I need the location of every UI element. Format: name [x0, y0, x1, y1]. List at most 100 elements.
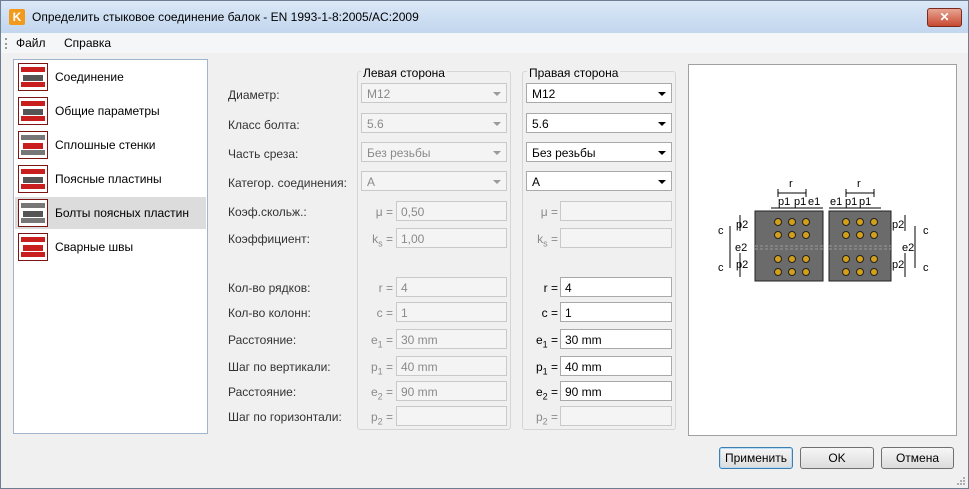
- right-p2-field: [560, 406, 672, 426]
- dim-p1-right-1: p1: [845, 196, 857, 208]
- cancel-button[interactable]: Отмена: [881, 447, 954, 469]
- dim-p2-right-bottom: p2: [892, 259, 904, 271]
- left-mu-symbol: μ =: [375, 205, 393, 219]
- left-ks-field: 1,00: [396, 228, 507, 248]
- dim-p1-right-2: p1: [859, 196, 871, 208]
- right-p1-field[interactable]: 40 mm: [560, 356, 672, 376]
- right-e1-symbol: e1 =: [535, 333, 558, 350]
- right-category-select[interactable]: A: [526, 171, 672, 191]
- app-logo-icon: K: [9, 9, 25, 25]
- sidebar-item-web-plates[interactable]: Сплошные стенки: [15, 129, 206, 161]
- sidebar-item-label: Сплошные стенки: [55, 138, 156, 152]
- sidebar-item-flange-bolts[interactable]: Болты поясных пластин: [15, 197, 206, 229]
- menu-grip-icon: [5, 38, 9, 49]
- label-rows: Кол-во рядков:: [228, 281, 311, 295]
- left-e1-symbol: e1 =: [370, 333, 393, 350]
- chevron-down-icon: [658, 122, 666, 126]
- label-pitch-vertical: Шаг по вертикали:: [228, 360, 331, 374]
- dim-c-right-top: c: [923, 225, 929, 237]
- sidebar-item-label: Общие параметры: [55, 104, 160, 118]
- right-e2-symbol: e2 =: [535, 385, 558, 402]
- dim-r-right: r: [857, 178, 861, 190]
- label-shear-part: Часть среза:: [228, 147, 299, 161]
- bolt-layout-preview: r r p1 p1 e1 e1 p1 p1 c p2 e2 c p2 p2 c …: [688, 64, 957, 436]
- welds-icon: [18, 233, 48, 261]
- left-rows-field: 4: [396, 277, 507, 297]
- dim-r-left: r: [789, 178, 793, 190]
- right-side-title: Правая сторона: [527, 66, 621, 80]
- left-r-symbol: r =: [378, 281, 393, 295]
- sidebar-item-flange-plates[interactable]: Поясные пластины: [15, 163, 206, 195]
- ok-button[interactable]: OK: [800, 447, 874, 469]
- left-e1-field: 30 mm: [396, 329, 507, 349]
- left-p1-field: 40 mm: [396, 356, 507, 376]
- label-bolt-class: Класс болта:: [228, 118, 300, 132]
- dim-e1-left: e1: [808, 196, 820, 208]
- right-ks-symbol: ks =: [537, 232, 558, 249]
- label-distance-e2: Расстояние:: [228, 385, 297, 399]
- label-friction-coef: Коэф.скольж.:: [228, 205, 307, 219]
- dim-e2-right: e2: [902, 242, 914, 254]
- dim-e2-left: e2: [735, 242, 747, 254]
- left-bolt-class-select: 5.6: [361, 113, 507, 133]
- left-p2-symbol: p2 =: [370, 410, 393, 427]
- left-c-symbol: c =: [376, 306, 393, 320]
- label-coefficient: Коэффициент:: [228, 232, 310, 246]
- left-diameter-select: M12: [361, 83, 507, 103]
- left-shear-part-select: Без резьбы: [361, 142, 507, 162]
- chevron-down-icon: [658, 151, 666, 155]
- flange-bolts-icon: [18, 199, 48, 227]
- left-p1-symbol: p1 =: [370, 360, 393, 377]
- right-ks-field: [560, 228, 672, 248]
- dim-p2-left-top: p2: [736, 219, 748, 231]
- right-r-symbol: r =: [543, 281, 558, 295]
- dim-p2-right-top: p2: [892, 219, 904, 231]
- sidebar-item-connection[interactable]: Соединение: [15, 61, 206, 93]
- right-p2-symbol: p2 =: [535, 410, 558, 427]
- right-p1-symbol: p1 =: [535, 360, 558, 377]
- label-pitch-horizontal: Шаг по горизонтали:: [228, 410, 342, 424]
- sidebar-item-welds[interactable]: Сварные швы: [15, 231, 206, 263]
- right-shear-part-select[interactable]: Без резьбы: [526, 142, 672, 162]
- dim-p2-left-bottom: p2: [736, 259, 748, 271]
- menu-help[interactable]: Справка: [64, 36, 111, 50]
- right-bolt-class-select[interactable]: 5.6: [526, 113, 672, 133]
- right-e1-field[interactable]: 30 mm: [560, 329, 672, 349]
- right-diameter-select[interactable]: M12: [526, 83, 672, 103]
- title-bar: K Определить стыковое соединение балок -…: [1, 1, 968, 33]
- left-e2-symbol: e2 =: [370, 385, 393, 402]
- right-mu-field: [560, 201, 672, 221]
- window-title: Определить стыковое соединение балок - E…: [32, 10, 419, 24]
- chevron-down-icon: [658, 180, 666, 184]
- menu-file[interactable]: Файл: [16, 36, 46, 50]
- left-category-select: A: [361, 171, 507, 191]
- dim-e1-right: e1: [830, 196, 842, 208]
- label-diameter: Диаметр:: [228, 88, 280, 102]
- close-button[interactable]: ✕: [927, 8, 962, 27]
- right-c-symbol: c =: [541, 306, 558, 320]
- right-cols-field[interactable]: 1: [560, 302, 672, 322]
- label-distance-e1: Расстояние:: [228, 333, 297, 347]
- chevron-down-icon: [493, 92, 501, 96]
- chevron-down-icon: [493, 122, 501, 126]
- left-ks-symbol: ks =: [372, 232, 393, 249]
- sidebar: Соединение Общие параметры Сплошные стен…: [13, 59, 208, 434]
- dim-c-left-top: c: [718, 225, 724, 237]
- resize-grip-icon[interactable]: [956, 476, 966, 486]
- dialog-window: K Определить стыковое соединение балок -…: [0, 0, 969, 489]
- general-params-icon: [18, 97, 48, 125]
- apply-button[interactable]: Применить: [719, 447, 793, 469]
- right-e2-field[interactable]: 90 mm: [560, 381, 672, 401]
- sidebar-item-label: Болты поясных пластин: [55, 206, 189, 220]
- left-side-title: Левая сторона: [361, 66, 447, 80]
- left-e2-field: 90 mm: [396, 381, 507, 401]
- left-p2-field: [396, 406, 507, 426]
- menu-bar: Файл Справка: [1, 33, 968, 53]
- web-plates-icon: [18, 131, 48, 159]
- dim-p1-left-1: p1: [778, 196, 790, 208]
- dim-c-left-bottom: c: [718, 262, 724, 274]
- label-cols: Кол-во колонн:: [228, 306, 311, 320]
- right-rows-field[interactable]: 4: [560, 277, 672, 297]
- sidebar-item-general-params[interactable]: Общие параметры: [15, 95, 206, 127]
- flange-plates-icon: [18, 165, 48, 193]
